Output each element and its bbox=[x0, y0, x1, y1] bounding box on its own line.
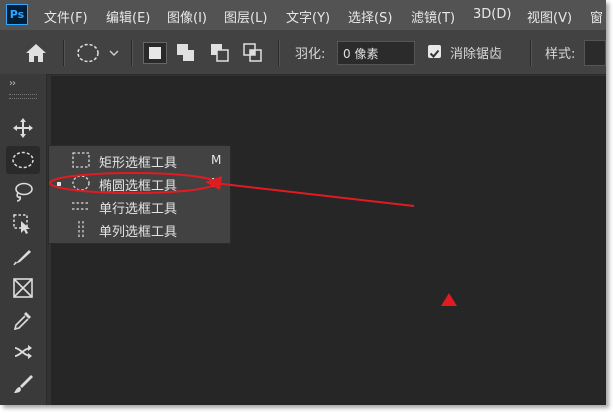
checkmark-icon bbox=[429, 49, 440, 58]
marquee-tool[interactable] bbox=[6, 146, 40, 174]
menu-edit[interactable]: 编辑(E) bbox=[106, 7, 150, 26]
new-selection-button[interactable] bbox=[143, 42, 167, 64]
flyout-item-single-row-marquee[interactable]: 单行选框工具 bbox=[49, 195, 232, 218]
eyedropper-tool[interactable] bbox=[6, 306, 40, 334]
elliptical-marquee-icon bbox=[71, 174, 91, 196]
rectangular-marquee-icon bbox=[71, 151, 91, 173]
eyedropper-icon bbox=[13, 312, 31, 331]
object-selection-icon bbox=[13, 214, 30, 234]
anti-alias-checkbox[interactable] bbox=[428, 45, 441, 58]
menu-3d[interactable]: 3D(D) bbox=[473, 7, 511, 22]
pen-knife-icon bbox=[13, 250, 31, 266]
pen-tool[interactable] bbox=[6, 242, 40, 270]
menu-select[interactable]: 选择(S) bbox=[348, 7, 392, 26]
lasso-icon bbox=[15, 182, 33, 202]
selected-indicator bbox=[57, 182, 61, 186]
healing-tool[interactable] bbox=[6, 338, 40, 366]
menu-type[interactable]: 文字(Y) bbox=[286, 7, 330, 26]
feather-label: 羽化: bbox=[295, 47, 326, 62]
menu-bar: Ps 文件(F) 编辑(E) 图像(I) 图层(L) 文字(Y) 选择(S) 滤… bbox=[0, 0, 606, 30]
flyout-shortcut: M bbox=[211, 176, 222, 190]
anti-alias-label: 消除锯齿 bbox=[450, 47, 503, 62]
single-row-marquee-icon bbox=[71, 197, 91, 219]
subtract-from-selection-button[interactable] bbox=[210, 43, 230, 67]
brush-tool[interactable] bbox=[6, 370, 40, 398]
menu-filter[interactable]: 滤镜(T) bbox=[411, 7, 455, 26]
collapse-icon[interactable]: ›› bbox=[9, 78, 16, 89]
flyout-item-label: 单列选框工具 bbox=[99, 225, 178, 240]
move-tool[interactable] bbox=[6, 114, 40, 142]
tool-preset-picker[interactable] bbox=[76, 42, 124, 68]
frame-icon bbox=[13, 278, 33, 298]
menu-image[interactable]: 图像(I) bbox=[167, 7, 207, 26]
brush-icon bbox=[14, 375, 33, 393]
menu-view[interactable]: 视图(V) bbox=[527, 7, 572, 26]
flyout-item-rectangular-marquee[interactable]: 矩形选框工具 M bbox=[49, 149, 232, 172]
move-icon bbox=[13, 118, 33, 138]
tools-panel: ›› bbox=[0, 74, 47, 405]
options-bar: 羽化: 0 像素 消除锯齿 样式: bbox=[0, 30, 606, 75]
ps-logo: Ps bbox=[6, 4, 28, 25]
flyout-item-label: 单行选框工具 bbox=[99, 202, 178, 217]
flyout-shortcut: M bbox=[211, 153, 222, 167]
marquee-tool-flyout: 矩形选框工具 M 椭圆选框工具 M 单行选框工具 单列选框工具 bbox=[48, 145, 231, 244]
style-select[interactable] bbox=[584, 40, 606, 66]
flyout-item-elliptical-marquee[interactable]: 椭圆选框工具 M bbox=[49, 172, 232, 195]
lasso-tool[interactable] bbox=[6, 178, 40, 206]
menu-file[interactable]: 文件(F) bbox=[44, 7, 88, 26]
style-label: 样式: bbox=[545, 47, 576, 62]
intersect-selection-button[interactable] bbox=[243, 43, 263, 67]
menu-window[interactable]: 窗 bbox=[590, 7, 603, 26]
photoshop-window: Ps 文件(F) 编辑(E) 图像(I) 图层(L) 文字(Y) 选择(S) 滤… bbox=[0, 0, 606, 405]
panel-grip[interactable] bbox=[9, 94, 37, 99]
healing-icon bbox=[14, 345, 32, 359]
add-to-selection-button[interactable] bbox=[176, 43, 196, 67]
object-selection-tool[interactable] bbox=[6, 210, 40, 238]
frame-tool[interactable] bbox=[6, 274, 40, 302]
flyout-item-label: 椭圆选框工具 bbox=[99, 179, 178, 194]
single-column-marquee-icon bbox=[71, 220, 91, 242]
home-icon[interactable] bbox=[24, 42, 48, 68]
elliptical-marquee-icon bbox=[12, 151, 34, 169]
feather-input[interactable]: 0 像素 bbox=[337, 41, 415, 65]
flyout-item-single-column-marquee[interactable]: 单列选框工具 bbox=[49, 218, 232, 241]
flyout-item-label: 矩形选框工具 bbox=[99, 156, 178, 171]
menu-layer[interactable]: 图层(L) bbox=[224, 7, 267, 26]
